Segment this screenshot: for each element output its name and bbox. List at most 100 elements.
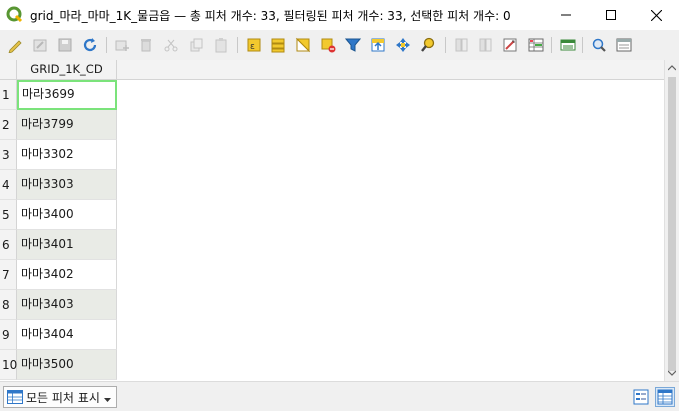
- field-calculator-button[interactable]: [500, 35, 520, 55]
- table-view-icon: [657, 389, 673, 405]
- dock-attribute-table-button[interactable]: [558, 35, 578, 55]
- multi-edit-icon: [33, 39, 47, 52]
- table-row: 6 마마3401: [0, 230, 117, 260]
- toolbar-separator: [551, 37, 552, 53]
- form-view-button[interactable]: [614, 35, 634, 55]
- minimize-button[interactable]: [543, 0, 589, 30]
- row-number[interactable]: 3: [0, 140, 17, 170]
- scrollbar-thumb[interactable]: [668, 77, 676, 371]
- table-cell[interactable]: 마마3303: [17, 170, 117, 200]
- maximize-icon: [606, 10, 616, 20]
- table-row: 1 마라3699: [0, 80, 117, 110]
- table-cell[interactable]: 마라3699: [17, 80, 117, 110]
- cut-button[interactable]: [161, 35, 181, 55]
- save-icon: [58, 38, 72, 52]
- reload-icon: [83, 38, 97, 52]
- title-bar: grid_마라_마마_1K_물금읍 — 총 피처 개수: 33, 필터링된 피처…: [0, 0, 679, 30]
- table-cell[interactable]: 마마3402: [17, 260, 117, 290]
- filter-button[interactable]: [343, 35, 363, 55]
- select-all-button[interactable]: [268, 35, 288, 55]
- pan-to-selection-button[interactable]: [393, 35, 413, 55]
- row-number[interactable]: 10: [0, 350, 17, 380]
- table-cell[interactable]: 마마3403: [17, 290, 117, 320]
- table-corner[interactable]: [0, 60, 17, 80]
- conditional-formatting-button[interactable]: [526, 35, 546, 55]
- qgis-logo-icon: [6, 6, 23, 23]
- toolbar-separator: [237, 37, 238, 53]
- copy-icon: [190, 38, 203, 52]
- scroll-up-button[interactable]: [665, 60, 679, 76]
- reload-button[interactable]: [80, 35, 100, 55]
- table-cell[interactable]: 마마3401: [17, 230, 117, 260]
- table-row: 7 마마3402: [0, 260, 117, 290]
- toolbar-separator: [582, 37, 583, 53]
- select-by-expression-icon: ε: [247, 38, 261, 52]
- row-number[interactable]: 9: [0, 320, 17, 350]
- delete-feature-button[interactable]: [136, 35, 156, 55]
- row-number[interactable]: 4: [0, 170, 17, 200]
- row-number[interactable]: 8: [0, 290, 17, 320]
- chevron-up-icon: [668, 65, 676, 71]
- svg-text:ε: ε: [250, 42, 255, 52]
- actions-button[interactable]: [589, 35, 609, 55]
- cut-icon: [164, 39, 178, 52]
- copy-button[interactable]: [186, 35, 206, 55]
- move-to-top-icon: [371, 38, 385, 52]
- maximize-button[interactable]: [588, 0, 634, 30]
- feature-filter-button[interactable]: 모든 피처 표시: [3, 386, 117, 408]
- header-empty-area: [117, 60, 664, 80]
- scroll-down-button[interactable]: [665, 365, 679, 381]
- save-edits-button[interactable]: [55, 35, 75, 55]
- chevron-down-icon: [668, 370, 676, 376]
- row-number[interactable]: 6: [0, 230, 17, 260]
- row-number[interactable]: 2: [0, 110, 17, 140]
- row-number[interactable]: 5: [0, 200, 17, 230]
- invert-selection-icon: [295, 37, 311, 53]
- row-number[interactable]: 1: [0, 80, 17, 110]
- dropdown-arrow-icon: [103, 397, 111, 402]
- form-view-icon: [616, 38, 632, 52]
- row-number[interactable]: 7: [0, 260, 17, 290]
- form-view-icon: [633, 389, 649, 405]
- new-field-button[interactable]: [452, 35, 472, 55]
- delete-field-icon: [479, 38, 492, 52]
- table-cell[interactable]: 마마3404: [17, 320, 117, 350]
- zoom-to-selection-button[interactable]: [418, 35, 438, 55]
- table-row: 3 마마3302: [0, 140, 117, 170]
- toolbar-separator: [445, 37, 446, 53]
- multi-edit-button[interactable]: [30, 35, 50, 55]
- move-selection-to-top-button[interactable]: [368, 35, 388, 55]
- select-all-icon: [271, 38, 285, 53]
- table-rows: 1 마라3699 2 마라3799 3 마마3302 4 마마3303 5 마마…: [0, 80, 117, 380]
- close-button[interactable]: [633, 0, 679, 30]
- toolbar-separator: [106, 37, 107, 53]
- deselect-all-button[interactable]: [318, 35, 338, 55]
- conditional-format-icon: [528, 38, 544, 52]
- field-calculator-icon: [503, 38, 517, 52]
- toggle-editing-button[interactable]: [5, 35, 25, 55]
- feature-filter-label: 모든 피처 표시: [26, 390, 100, 405]
- select-by-expression-button[interactable]: ε: [244, 35, 264, 55]
- deselect-icon: [321, 38, 336, 53]
- add-feature-icon: [115, 40, 129, 51]
- dock-icon: [560, 39, 576, 51]
- table-row: 8 마마3403: [0, 290, 117, 320]
- table-icon: [7, 390, 23, 404]
- table-cell[interactable]: 마마3400: [17, 200, 117, 230]
- table-cell[interactable]: 마마3302: [17, 140, 117, 170]
- add-feature-button[interactable]: [112, 35, 132, 55]
- zoom-to-selection-icon: [421, 37, 435, 52]
- table-cell[interactable]: 마라3799: [17, 110, 117, 140]
- table-row: 5 마마3400: [0, 200, 117, 230]
- switch-to-form-view-button[interactable]: [631, 387, 651, 407]
- table-row: 2 마라3799: [0, 110, 117, 140]
- table-cell[interactable]: 마마3500: [17, 350, 117, 380]
- switch-to-table-view-button[interactable]: [655, 387, 675, 407]
- invert-selection-button[interactable]: [293, 35, 313, 55]
- vertical-scrollbar[interactable]: [664, 60, 679, 381]
- table-row: 10 마마3500: [0, 350, 117, 380]
- delete-field-button[interactable]: [476, 35, 496, 55]
- new-field-icon: [455, 38, 468, 52]
- column-header-grid-1k-cd[interactable]: GRID_1K_CD: [17, 60, 117, 80]
- paste-button[interactable]: [211, 35, 231, 55]
